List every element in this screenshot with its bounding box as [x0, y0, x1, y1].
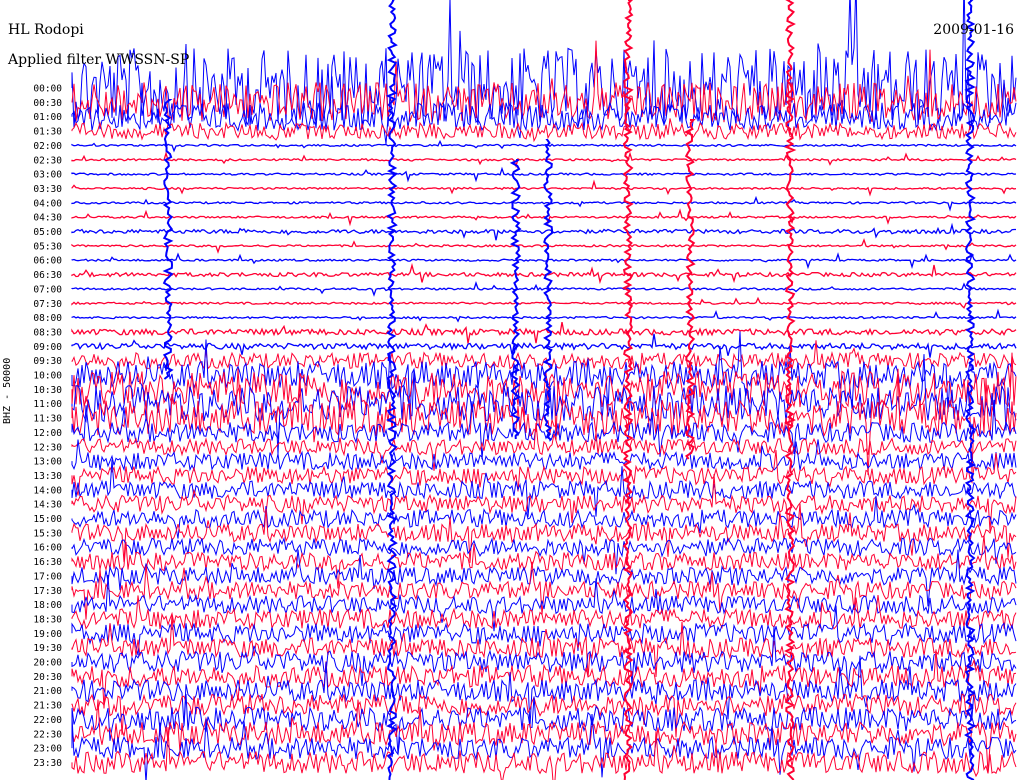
trace-row	[71, 166, 1017, 183]
trace-row	[71, 534, 1017, 589]
time-label: 16:30	[33, 557, 62, 568]
time-label: 17:30	[33, 586, 62, 597]
time-label: 10:00	[33, 371, 62, 382]
time-label: 20:30	[33, 672, 62, 683]
time-label: 01:00	[33, 112, 62, 123]
time-label: 08:00	[33, 313, 62, 324]
time-label: 05:30	[33, 241, 62, 252]
time-label: 10:30	[33, 385, 62, 396]
time-label: 13:30	[33, 471, 62, 482]
time-label: 18:00	[33, 600, 62, 611]
time-label: 15:00	[33, 514, 62, 525]
time-label: 09:30	[33, 356, 62, 367]
time-label: 14:30	[33, 500, 62, 511]
trace-row	[71, 139, 1017, 153]
time-axis-labels: 00:00 00:30 01:00 01:30 02:00 02:30 03:00 03:30…	[33, 84, 62, 769]
time-label: 21:00	[33, 686, 62, 697]
time-label: 11:00	[33, 399, 62, 410]
time-label: 09:00	[33, 342, 62, 353]
time-label: 22:00	[33, 715, 62, 726]
time-label: 12:30	[33, 442, 62, 453]
time-label: 23:30	[33, 758, 62, 769]
trace-row	[71, 151, 1017, 169]
trace-row	[71, 262, 1017, 285]
time-label: 02:00	[33, 141, 62, 152]
time-label: 04:00	[33, 198, 62, 209]
trace-row	[71, 76, 1017, 145]
time-label: 22:30	[33, 729, 62, 740]
trace-row	[71, 693, 1017, 755]
time-label: 02:30	[33, 155, 62, 166]
trace-row	[71, 333, 1017, 358]
time-label: 06:30	[33, 270, 62, 281]
trace-row	[71, 296, 1017, 309]
trace-row	[71, 222, 1016, 241]
time-label: 15:30	[33, 528, 62, 539]
plot-date: 2009-01-16	[933, 22, 1014, 38]
time-label: 19:00	[33, 629, 62, 640]
time-label: 07:30	[33, 299, 62, 310]
trace-row	[71, 0, 1017, 129]
trace-row	[71, 208, 1017, 227]
time-label: 11:30	[33, 414, 62, 425]
helicorder-plot: 00:00 00:30 01:00 01:30 02:00 02:30 03:00 03:30…	[33, 0, 1017, 780]
time-label: 20:00	[33, 658, 62, 669]
filter-subtitle: Applied filter WWSSN-SP	[8, 52, 190, 68]
station-title: HL Rodopi	[8, 22, 84, 38]
time-label: 03:00	[33, 170, 62, 181]
time-label: 04:30	[33, 213, 62, 224]
time-label: 06:00	[33, 256, 62, 267]
time-label: 00:30	[33, 98, 62, 109]
trace-row	[71, 605, 1017, 656]
time-label: 08:30	[33, 327, 62, 338]
trace-row	[71, 714, 1017, 780]
time-label: 13:00	[33, 457, 62, 468]
trace-row	[71, 252, 1017, 270]
trace-row	[71, 308, 1017, 323]
time-label: 17:00	[33, 571, 62, 582]
trace-row	[71, 626, 1017, 689]
time-label: 23:00	[33, 744, 62, 755]
channel-label: BHZ - 50000	[2, 357, 13, 424]
trace-row	[71, 321, 1017, 344]
time-label: 19:30	[33, 643, 62, 654]
time-label: 00:00	[33, 84, 62, 95]
trace-row	[71, 422, 1017, 471]
seismic-traces	[71, 0, 1017, 780]
trace-row	[71, 195, 1017, 212]
time-label: 12:00	[33, 428, 62, 439]
time-label: 05:00	[33, 227, 62, 238]
time-label: 18:30	[33, 614, 62, 625]
time-label: 14:00	[33, 485, 62, 496]
event-spike	[162, 99, 174, 380]
time-label: 07:00	[33, 284, 62, 295]
time-label: 16:00	[33, 543, 62, 554]
trace-row	[71, 727, 1017, 780]
time-label: 01:30	[33, 127, 62, 138]
time-label: 21:30	[33, 701, 62, 712]
time-label: 03:30	[33, 184, 62, 195]
